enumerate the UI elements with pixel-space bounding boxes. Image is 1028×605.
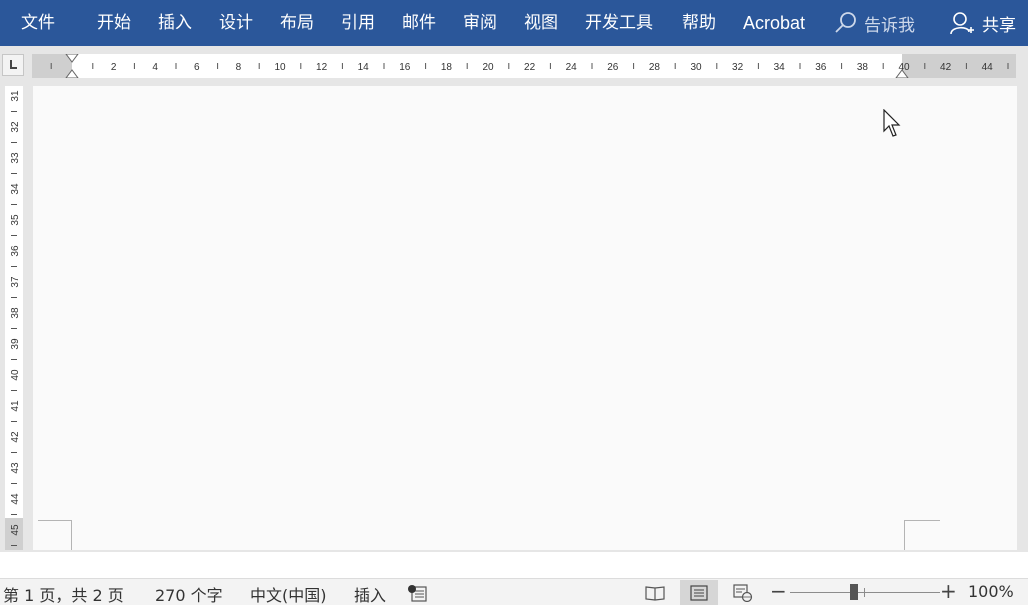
- vertical-ruler-label: 42: [10, 431, 21, 443]
- ruler-label: 8: [236, 62, 242, 73]
- ribbon-tabs-bar: 文件 开始 插入 设计 布局 引用 邮件 审阅 视图 开发工具 帮助 Acrob…: [0, 0, 1028, 46]
- zoom-in-button[interactable]: +: [940, 580, 957, 602]
- vertical-ruler-label: 40: [10, 369, 21, 381]
- language-indicator[interactable]: 中文(中国): [250, 582, 327, 605]
- zoom-slider-track[interactable]: [790, 592, 940, 593]
- ruler-label: 18: [441, 62, 453, 73]
- ruler-label: 28: [649, 62, 661, 73]
- zoom-out-button[interactable]: −: [770, 580, 787, 602]
- ruler-label: 4: [152, 62, 158, 73]
- book-icon: [645, 585, 665, 601]
- vertical-ruler-label: 38: [10, 307, 21, 319]
- ruler-label: 32: [732, 62, 744, 73]
- zoom-center-tick: [864, 588, 865, 597]
- web-layout-button[interactable]: [724, 580, 762, 605]
- page-count[interactable]: 第 1 页，共 2 页: [3, 582, 124, 605]
- ruler-label: 26: [607, 62, 619, 73]
- vertical-ruler-label: 35: [10, 214, 21, 226]
- vertical-ruler-label: 33: [10, 152, 21, 164]
- share-button[interactable]: 共享: [950, 0, 1016, 46]
- zoom-slider-thumb[interactable]: [850, 584, 858, 600]
- ruler-label: 10: [274, 62, 286, 73]
- insert-mode[interactable]: 插入: [354, 582, 386, 605]
- ruler-label: 14: [358, 62, 370, 73]
- add-person-icon: [950, 12, 974, 35]
- ruler-label: 42: [940, 62, 952, 73]
- vertical-ruler-label: 31: [10, 90, 21, 102]
- tab-acrobat[interactable]: Acrobat: [743, 0, 805, 46]
- vertical-ruler-label: 37: [10, 276, 21, 288]
- ruler-label: 22: [524, 62, 536, 73]
- tab-developer[interactable]: 开发工具: [585, 0, 653, 46]
- tab-file[interactable]: 文件: [21, 0, 55, 46]
- tab-design[interactable]: 设计: [219, 0, 253, 46]
- read-mode-button[interactable]: [636, 580, 674, 605]
- vertical-ruler-label: 36: [10, 245, 21, 257]
- crop-mark-bottom-left: [38, 520, 72, 550]
- page-layout-icon: [690, 584, 708, 601]
- tell-me-box[interactable]: 告诉我: [834, 0, 915, 46]
- print-layout-button[interactable]: [680, 580, 718, 605]
- ruler-label: 12: [316, 62, 328, 73]
- horizontal-ruler[interactable]: 2 4 6 8 10 12 14 16 18 20 22 24 26 28 30 32 34 36 38 40 42 44: [32, 54, 1016, 78]
- vertical-ruler-label: 45: [10, 524, 21, 536]
- left-indent-marker[interactable]: [65, 54, 79, 78]
- ruler-label: 34: [774, 62, 786, 73]
- ruler-label: 24: [566, 62, 578, 73]
- share-label: 共享: [982, 15, 1016, 36]
- word-count[interactable]: 270 个字: [155, 582, 223, 605]
- tab-view[interactable]: 视图: [524, 0, 558, 46]
- vertical-ruler-label: 41: [10, 400, 21, 412]
- zoom-level[interactable]: 100%: [968, 582, 1014, 601]
- lightbulb-search-icon: [835, 12, 856, 33]
- tab-insert[interactable]: 插入: [158, 0, 192, 46]
- tell-me-label: 告诉我: [864, 15, 915, 36]
- ruler-label: 30: [690, 62, 702, 73]
- status-bar: 第 1 页，共 2 页 270 个字 中文(中国) 插入 − + 100%: [0, 578, 1028, 605]
- document-page[interactable]: [33, 86, 1017, 550]
- macro-record-icon[interactable]: [407, 584, 427, 602]
- ruler-label: 20: [482, 62, 494, 73]
- ruler-label: 36: [815, 62, 827, 73]
- tab-mailings[interactable]: 邮件: [402, 0, 436, 46]
- web-page-icon: [733, 583, 753, 602]
- ruler-label: 2: [111, 62, 117, 73]
- ruler-label: 16: [399, 62, 411, 73]
- vertical-ruler[interactable]: 31 32 33 34 35 36 37 38 39 40 41 42 43 44 45: [5, 86, 23, 550]
- tab-references[interactable]: 引用: [341, 0, 375, 46]
- vertical-ruler-label: 43: [10, 462, 21, 474]
- ruler-label: 44: [982, 62, 994, 73]
- ruler-label: 6: [194, 62, 200, 73]
- ruler-label: 40: [898, 62, 910, 73]
- tab-layout[interactable]: 布局: [280, 0, 314, 46]
- crop-mark-bottom-right: [904, 520, 940, 550]
- vertical-ruler-label: 34: [10, 183, 21, 195]
- tab-home[interactable]: 开始: [97, 0, 131, 46]
- tab-review[interactable]: 审阅: [463, 0, 497, 46]
- ruler-label: 38: [857, 62, 869, 73]
- mouse-pointer-icon: [883, 109, 901, 137]
- tab-stop-selector[interactable]: [2, 54, 24, 76]
- vertical-ruler-label: 32: [10, 121, 21, 133]
- tab-help[interactable]: 帮助: [682, 0, 716, 46]
- vertical-ruler-label: 44: [10, 493, 21, 505]
- vertical-ruler-label: 39: [10, 338, 21, 350]
